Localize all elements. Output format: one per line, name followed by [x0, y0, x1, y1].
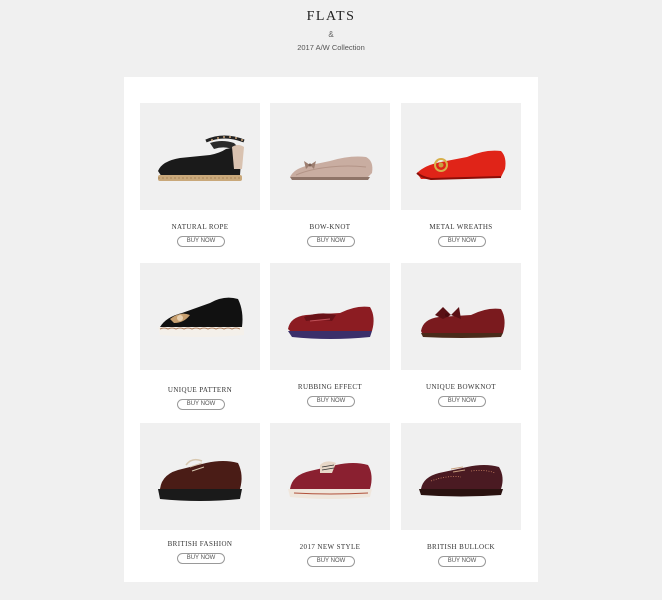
ampersand-text: &	[328, 30, 334, 39]
page-title: FLATS	[306, 9, 356, 24]
product-image-bow-knot[interactable]	[270, 103, 390, 210]
product-name: UNIQUE BOWKNOT	[426, 383, 496, 391]
product-name: BRITISH BULLOCK	[426, 543, 496, 551]
shoe-icon	[158, 135, 245, 181]
buy-now-button[interactable]: BUY NOW	[438, 236, 486, 247]
product-name: BRITISH FASHION	[167, 540, 233, 548]
buy-now-button[interactable]: BUY NOW	[177, 236, 225, 247]
product-image-natural-rope[interactable]	[140, 103, 260, 210]
buy-now-button[interactable]: BUY NOW	[307, 236, 355, 247]
product-image-rubbing-effect[interactable]	[270, 263, 390, 370]
buy-now-button[interactable]: BUY NOW	[177, 399, 225, 410]
buy-now-button[interactable]: BUY NOW	[438, 396, 486, 407]
product-name: NATURAL ROPE	[171, 223, 229, 231]
product-name: UNIQUE PATTERN	[167, 386, 233, 394]
shoe-icon	[416, 150, 506, 181]
shoe-icon	[288, 461, 372, 499]
product-image-unique-pattern[interactable]	[140, 263, 260, 370]
product-image-unique-bowknot[interactable]	[401, 263, 521, 370]
product-grid: NATURAL ROPE BUY NOW BOW-KNOT BUY NOW ME…	[124, 77, 538, 582]
product-name: BOW-KNOT	[309, 223, 351, 231]
product-image-british-fashion[interactable]	[140, 423, 260, 530]
product-image-metal-wreaths[interactable]	[401, 103, 521, 210]
shoe-icon	[421, 307, 505, 338]
buy-now-button[interactable]: BUY NOW	[177, 553, 225, 564]
shoe-icon	[158, 458, 242, 501]
shoe-icon	[419, 465, 503, 497]
product-image-2017-new-style[interactable]	[270, 423, 390, 530]
buy-now-button[interactable]: BUY NOW	[438, 556, 486, 567]
product-name: RUBBING EFFECT	[297, 383, 363, 391]
shoe-icon	[290, 156, 373, 180]
buy-now-button[interactable]: BUY NOW	[307, 556, 355, 567]
product-image-british-bullock[interactable]	[401, 423, 521, 530]
shoe-icon	[288, 306, 374, 339]
product-name: METAL WREATHS	[429, 223, 493, 231]
shoe-icon	[158, 297, 244, 337]
product-name: 2017 NEW STYLE	[299, 543, 361, 551]
collection-subtitle: 2017 A/W Collection	[297, 43, 365, 52]
buy-now-button[interactable]: BUY NOW	[307, 396, 355, 407]
